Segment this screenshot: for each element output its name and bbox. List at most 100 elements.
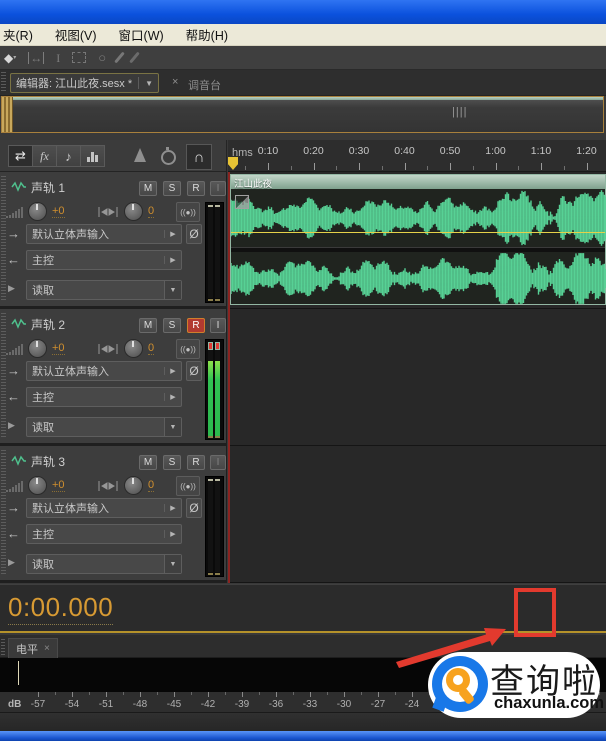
automation-mode-select[interactable]: 读取 ▼ xyxy=(26,417,182,437)
tab-mixer[interactable]: 调音台 xyxy=(188,77,221,93)
menu-item-2[interactable]: 窗口(W) xyxy=(119,25,164,44)
tab-grip[interactable] xyxy=(1,72,6,92)
pan-knob[interactable] xyxy=(124,476,143,495)
editor-tab-dropdown-icon[interactable]: ▼ xyxy=(145,79,153,88)
volume-value[interactable]: +0 xyxy=(52,479,65,492)
snap-magnet-button[interactable]: ∩ xyxy=(186,144,212,170)
record-arm-button[interactable]: R xyxy=(187,455,205,470)
levels-tab[interactable]: 电平 × xyxy=(8,638,58,658)
effects-button[interactable]: fx xyxy=(32,145,57,167)
eq-button[interactable] xyxy=(80,145,105,167)
window-title-bar[interactable] xyxy=(0,0,606,24)
record-arm-button[interactable]: R xyxy=(187,181,205,196)
navigator-left-handle[interactable] xyxy=(2,97,13,132)
automation-mode-select[interactable]: 读取 ▼ xyxy=(26,280,182,300)
volume-knob[interactable] xyxy=(28,202,47,221)
pan-knob[interactable] xyxy=(124,202,143,221)
pan-value[interactable]: 0 xyxy=(148,342,154,355)
monitor-speaker-button[interactable]: ((●)) xyxy=(176,202,200,222)
move-tool-icon[interactable]: ◆▾ xyxy=(4,52,16,64)
monitor-speaker-button[interactable]: ((●)) xyxy=(176,339,200,359)
fade-in-handle[interactable] xyxy=(235,195,249,209)
solo-button[interactable]: S xyxy=(163,455,181,470)
output-select-arrow-icon[interactable]: ▶ xyxy=(164,256,181,264)
automation-collapse-icon[interactable]: ▶ xyxy=(8,557,15,568)
levels-tab-close-icon[interactable]: × xyxy=(44,643,50,654)
automation-select-arrow-icon[interactable]: ▼ xyxy=(164,418,181,436)
input-monitor-button[interactable]: I xyxy=(210,318,226,333)
menu-item-1[interactable]: 视图(V) xyxy=(55,25,97,44)
volume-value[interactable]: +0 xyxy=(52,205,65,218)
track-name[interactable]: 声轨 2 xyxy=(31,316,65,333)
playhead-marker[interactable] xyxy=(228,157,238,170)
metronome-icon[interactable] xyxy=(134,148,146,162)
track-name[interactable]: 声轨 3 xyxy=(31,453,65,470)
output-select[interactable]: 主控 ▶ xyxy=(26,250,182,270)
solo-button[interactable]: S xyxy=(163,318,181,333)
input-select-arrow-icon[interactable]: ▶ xyxy=(164,230,181,238)
timeline-lanes[interactable]: 江山此夜 xyxy=(228,172,606,583)
time-selection-tool-icon[interactable]: ↔ xyxy=(28,52,44,64)
track-name[interactable]: 声轨 1 xyxy=(31,179,65,196)
track-grip[interactable] xyxy=(1,313,6,439)
mute-button[interactable]: M xyxy=(139,318,157,333)
record-arm-button[interactable]: R xyxy=(187,318,205,333)
automation-collapse-icon[interactable]: ▶ xyxy=(8,283,15,294)
output-select-arrow-icon[interactable]: ▶ xyxy=(164,393,181,401)
lasso-tool-icon[interactable]: ○ xyxy=(98,51,106,64)
track-grip[interactable] xyxy=(1,450,6,576)
clip-header[interactable] xyxy=(231,175,605,189)
menu-item-3[interactable]: 帮助(H) xyxy=(186,25,228,44)
io-routing-button[interactable]: ⇄ xyxy=(8,145,33,167)
input-monitor-button[interactable]: I xyxy=(210,455,226,470)
track2-lane[interactable] xyxy=(228,309,606,446)
volume-knob[interactable] xyxy=(28,339,47,358)
playhead-line[interactable] xyxy=(228,172,230,583)
input-select-arrow-icon[interactable]: ▶ xyxy=(164,367,181,375)
timeline-ruler[interactable]: hms 0:100:200:300:400:501:001:101:20 xyxy=(228,140,606,172)
solo-button[interactable]: S xyxy=(163,181,181,196)
pan-value[interactable]: 0 xyxy=(148,479,154,492)
output-select-arrow-icon[interactable]: ▶ xyxy=(164,530,181,538)
sends-button[interactable]: ♪ xyxy=(56,145,81,167)
input-monitor-button[interactable]: I xyxy=(210,181,226,196)
pan-value[interactable]: 0 xyxy=(148,205,154,218)
volume-knob[interactable] xyxy=(28,476,47,495)
automation-select-arrow-icon[interactable]: ▼ xyxy=(164,555,181,573)
input-select[interactable]: 默认立体声输入 ▶ xyxy=(26,498,182,518)
mute-button[interactable]: M xyxy=(139,181,157,196)
automation-collapse-icon[interactable]: ▶ xyxy=(8,420,15,431)
pan-knob[interactable] xyxy=(124,339,143,358)
zoom-navigator[interactable]: |||| xyxy=(1,96,604,133)
tab-editor[interactable]: 编辑器: 江山此夜.sesx * ▼ xyxy=(10,73,159,93)
phase-invert-button[interactable]: Ø xyxy=(186,224,202,244)
paintbrush-tool-icon[interactable] xyxy=(114,52,125,64)
marquee-tool-icon[interactable] xyxy=(72,52,86,63)
razor-tool-icon[interactable]: I xyxy=(56,52,60,64)
volume-value[interactable]: +0 xyxy=(52,342,65,355)
volume-envelope-line[interactable] xyxy=(231,232,605,233)
track-grip[interactable] xyxy=(1,176,6,302)
spot-healing-brush-tool-icon[interactable] xyxy=(129,52,140,64)
timer-icon[interactable] xyxy=(161,150,176,165)
time-display[interactable]: 0:00.000 xyxy=(8,592,113,625)
mute-button[interactable]: M xyxy=(139,455,157,470)
output-select[interactable]: 主控 ▶ xyxy=(26,387,182,407)
input-select[interactable]: 默认立体声输入 ▶ xyxy=(26,224,182,244)
panel-tab-bar: 编辑器: 江山此夜.sesx * ▼ × 调音台 xyxy=(0,70,606,96)
automation-mode-select[interactable]: 读取 ▼ xyxy=(26,554,182,574)
navigator-grip-icon[interactable]: |||| xyxy=(452,106,467,118)
audio-clip[interactable]: 江山此夜 xyxy=(230,174,606,305)
monitor-speaker-button[interactable]: ((●)) xyxy=(176,476,200,496)
track3-lane[interactable] xyxy=(228,446,606,583)
levels-grip[interactable] xyxy=(1,639,5,655)
input-select[interactable]: 默认立体声输入 ▶ xyxy=(26,361,182,381)
phase-invert-button[interactable]: Ø xyxy=(186,361,202,381)
track1-lane[interactable]: 江山此夜 xyxy=(228,172,606,309)
output-select[interactable]: 主控 ▶ xyxy=(26,524,182,544)
phase-invert-button[interactable]: Ø xyxy=(186,498,202,518)
menu-item-0[interactable]: 夹(R) xyxy=(3,25,33,44)
input-select-arrow-icon[interactable]: ▶ xyxy=(164,504,181,512)
editor-tab-close-icon[interactable]: × xyxy=(172,76,178,88)
automation-select-arrow-icon[interactable]: ▼ xyxy=(164,281,181,299)
